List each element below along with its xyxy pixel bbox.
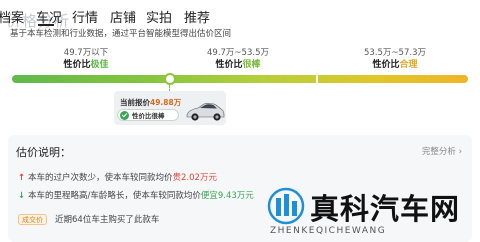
tab-photos[interactable]: 实拍	[146, 7, 172, 26]
value-tag: 性价比很棒	[117, 109, 179, 121]
price-gauge-bar	[12, 75, 468, 83]
current-price-marker	[164, 73, 176, 85]
card-title: 估价说明：	[16, 146, 71, 159]
row-highlight: 贵2.02万元	[172, 173, 217, 183]
tab-archive[interactable]: 档案	[0, 7, 24, 26]
watermark: 真科汽车网 ZHENKEQICHEWANG	[266, 186, 476, 240]
value-tag-label: 性价比很棒	[132, 112, 165, 120]
current-price-label: 当前报价49.88万	[120, 97, 181, 108]
explanation-row-down: ↓ 本车的里程略高/车龄略长，使本车较同款均价便宜9.43万元	[18, 189, 254, 201]
value-level-label: 极佳	[90, 60, 109, 70]
check-icon	[120, 110, 129, 120]
car-icon	[186, 103, 225, 121]
tab-recommend[interactable]: 推荐	[184, 7, 210, 26]
value-level-high: 性价比合理	[355, 57, 435, 70]
value-level-prefix: 性价比	[215, 60, 243, 70]
gauge-divider	[316, 75, 318, 83]
current-price-prefix: 当前报价	[120, 98, 150, 107]
deal-row: 成交价 近期64位车主购买了此款车	[18, 213, 159, 225]
value-level-prefix: 性价比	[372, 60, 400, 70]
tab-store[interactable]: 店铺	[110, 7, 136, 26]
value-level-label: 很棒	[242, 60, 261, 70]
full-analysis-link[interactable]: 完整分析 ›	[422, 145, 462, 157]
value-level-label: 合理	[399, 60, 418, 70]
row-text: 本车的过户次数少，使本车较同款均价	[28, 173, 173, 183]
current-price-value: 49.88万	[150, 98, 182, 107]
deal-badge: 成交价	[18, 213, 47, 225]
row-highlight: 便宜9.43万元	[200, 191, 254, 201]
watermark-logo-icon	[267, 187, 305, 225]
watermark-title: 真科汽车网	[310, 192, 461, 226]
page-subtitle: 基于本车检测和行业数据，通过平台智能模型得出估价区间	[10, 29, 232, 39]
current-price-card: 当前报价49.88万 性价比很棒	[114, 91, 226, 125]
active-tab-indicator	[38, 24, 54, 26]
value-level-low: 性价比极佳	[46, 57, 126, 70]
tab-market[interactable]: 行情	[72, 7, 98, 26]
row-text: 本车的里程略高/车龄略长，使本车较同款均价	[28, 191, 201, 201]
deal-text: 近期64位车主购买了此款车	[55, 215, 160, 225]
value-level-mid: 性价比很棒	[196, 57, 280, 70]
value-level-prefix: 性价比	[63, 60, 91, 70]
arrow-up-icon: ↑	[18, 173, 26, 183]
watermark-subtitle: ZHENKEQICHEWANG	[270, 226, 387, 236]
explanation-row-up: ↑ 本车的过户次数少，使本车较同款均价贵2.02万元	[18, 171, 217, 183]
arrow-down-icon: ↓	[18, 191, 26, 201]
